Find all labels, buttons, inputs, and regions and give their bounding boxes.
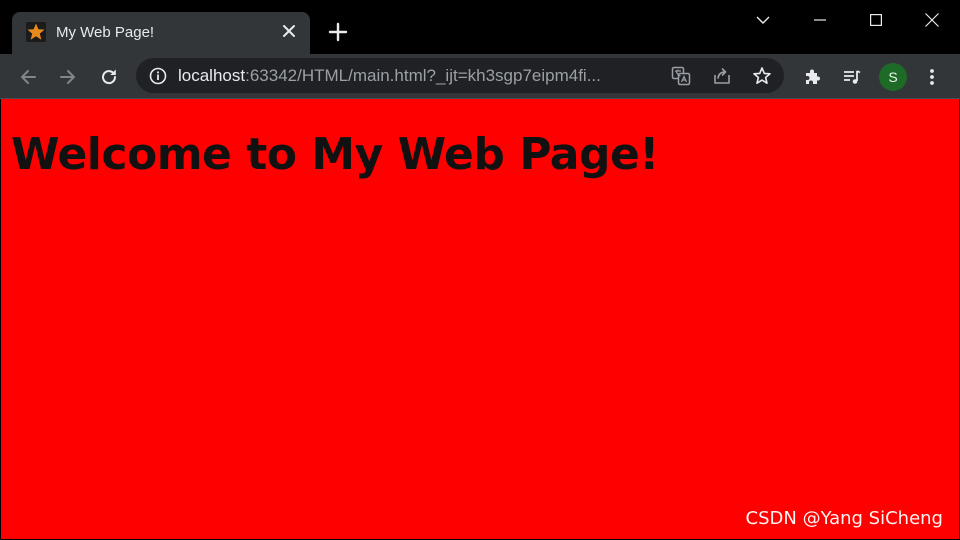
close-window-button[interactable]	[904, 0, 960, 40]
maximize-icon	[870, 14, 882, 26]
url-path: :63342/HTML/main.html?_ijt=kh3sgp7eipm4f…	[245, 66, 601, 85]
url-host: localhost	[178, 66, 246, 85]
arrow-right-icon	[60, 70, 75, 84]
minimize-icon	[814, 19, 826, 21]
profile-avatar[interactable]: S	[879, 63, 907, 91]
tab-title: My Web Page!	[56, 24, 155, 41]
site-info-icon[interactable]	[148, 66, 168, 86]
bookmark-star-icon[interactable]	[751, 65, 773, 87]
more-menu-icon[interactable]	[918, 63, 946, 91]
new-tab-button[interactable]	[327, 21, 349, 43]
close-tab-icon[interactable]	[280, 22, 298, 40]
url-text: localhost:63342/HTML/main.html?_ijt=kh3s…	[178, 66, 601, 86]
arrow-left-icon	[21, 70, 36, 84]
window-controls	[734, 0, 960, 40]
media-queue-icon[interactable]	[838, 63, 866, 91]
share-icon[interactable]	[711, 65, 733, 87]
tab-search-button[interactable]	[734, 0, 792, 40]
minimize-button[interactable]	[792, 0, 848, 40]
tab-active[interactable]: My Web Page!	[12, 12, 310, 54]
star-icon	[26, 22, 46, 42]
translate-icon[interactable]	[670, 65, 692, 87]
browser-window: My Web Page! localhost:63342/HTML/main.h…	[0, 0, 960, 540]
chevron-down-icon	[756, 16, 770, 24]
title-bar: My Web Page!	[0, 0, 960, 54]
maximize-button[interactable]	[848, 0, 904, 40]
extensions-icon[interactable]	[798, 63, 826, 91]
page-content: Welcome to My Web Page! CSDN @Yang SiChe…	[1, 99, 959, 539]
reload-button[interactable]	[95, 63, 123, 91]
reload-icon	[102, 69, 117, 85]
address-bar[interactable]: localhost:63342/HTML/main.html?_ijt=kh3s…	[136, 58, 784, 93]
page-heading: Welcome to My Web Page!	[11, 129, 659, 180]
forward-button[interactable]	[54, 63, 82, 91]
watermark: CSDN @Yang SiCheng	[745, 508, 943, 529]
close-icon	[925, 13, 939, 27]
browser-toolbar: localhost:63342/HTML/main.html?_ijt=kh3s…	[0, 54, 960, 99]
back-button[interactable]	[14, 63, 42, 91]
